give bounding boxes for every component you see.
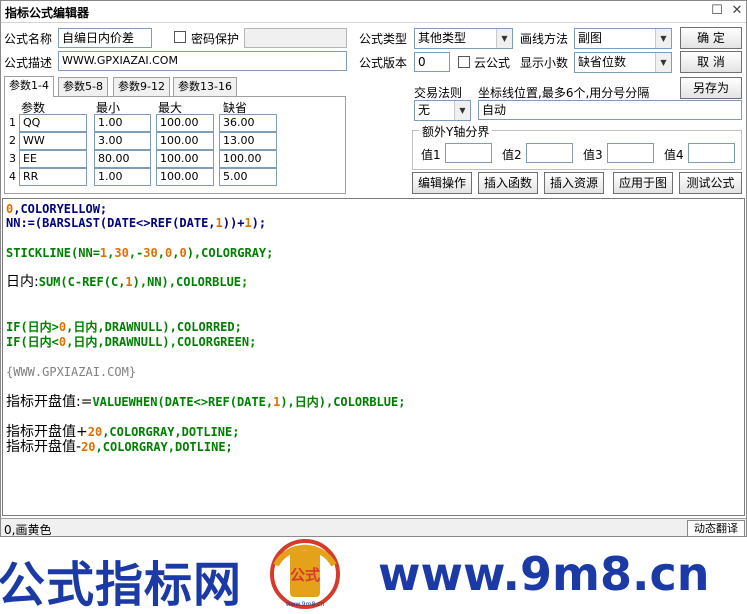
close-icon[interactable]: ✕	[730, 4, 744, 18]
extra-y-axis-group: 额外Y轴分界 值1 值2 值3 值4	[412, 123, 742, 170]
chevron-down-icon: ▼	[496, 29, 512, 48]
cancel-button[interactable]: 取 消	[680, 51, 742, 73]
code-line: STICKLINE(NN=1,30,-30,0,0),COLORGRAY;	[6, 246, 274, 260]
tab-params-5-8[interactable]: 参数5-8	[58, 77, 108, 97]
y-value-1-input[interactable]	[445, 143, 492, 163]
y-value-2-label: 值2	[502, 148, 522, 162]
code-editor[interactable]: 0,COLORYELLOW; NN:=(BARSLAST(DATE<>REF(D…	[2, 198, 745, 516]
coord-line-label: 坐标线位置,最多6个,用分号分隔	[478, 86, 650, 100]
y-value-1-label: 值1	[421, 148, 441, 162]
formula-version-input[interactable]: 0	[414, 52, 450, 72]
ok-button[interactable]: 确 定	[680, 27, 742, 49]
status-text: 0,画黄色	[4, 523, 52, 537]
cloud-formula-checkbox[interactable]	[458, 56, 470, 68]
param-max-input[interactable]: 100.00	[156, 150, 214, 168]
param-row-number: 1	[9, 116, 16, 129]
param-max-input[interactable]: 100.00	[156, 132, 214, 150]
param-min-input[interactable]: 1.00	[94, 114, 151, 132]
banner-site-name: 公式指标网	[0, 557, 243, 613]
formula-desc-label: 公式描述	[4, 56, 53, 70]
code-line: 指标开盘值-20,COLORGRAY,DOTLINE;	[6, 439, 233, 455]
svg-text:www.9m8.cn: www.9m8.cn	[286, 601, 325, 608]
dynamic-translate-button[interactable]: 动态翻译	[687, 520, 745, 536]
param-name-input[interactable]: EE	[19, 150, 87, 168]
formula-name-input[interactable]: 自编日内价差	[58, 28, 152, 48]
tab-params-13-16[interactable]: 参数13-16	[173, 77, 237, 97]
formula-name-label: 公式名称	[4, 32, 53, 46]
banner-url: www.9m8.cn	[378, 547, 710, 601]
code-line: IF(日内>0,日内,DRAWNULL),COLORRED;	[6, 320, 242, 334]
formula-type-value: 其他类型	[418, 31, 467, 45]
param-default-input[interactable]: 13.00	[219, 132, 277, 150]
chevron-down-icon: ▼	[655, 53, 671, 72]
edit-ops-button[interactable]: 编辑操作	[412, 172, 472, 194]
cloud-formula-label: 云公式	[474, 56, 511, 70]
formula-desc-input[interactable]: WWW.GPXIAZAI.COM	[58, 51, 347, 71]
param-row-number: 3	[9, 152, 16, 165]
y-value-4-input[interactable]	[688, 143, 735, 163]
decimals-select[interactable]: 缺省位数 ▼	[574, 52, 672, 73]
password-input[interactable]	[244, 28, 347, 48]
status-bar: 0,画黄色 动态翻译	[1, 518, 746, 537]
param-min-input[interactable]: 80.00	[94, 150, 151, 168]
formula-type-select[interactable]: 其他类型 ▼	[414, 28, 513, 49]
code-line: IF(日内<0,日内,DRAWNULL),COLORGREEN;	[6, 335, 257, 349]
y-value-4-label: 值4	[664, 148, 684, 162]
param-max-input[interactable]: 100.00	[156, 168, 214, 186]
decimals-value: 缺省位数	[578, 55, 627, 69]
y-value-2-input[interactable]	[526, 143, 573, 163]
draw-method-value: 副图	[578, 31, 603, 45]
param-row-number: 2	[9, 134, 16, 147]
param-name-input[interactable]: RR	[19, 168, 87, 186]
param-row-number: 4	[9, 170, 16, 183]
param-max-input[interactable]: 100.00	[156, 114, 214, 132]
code-line: 0,COLORYELLOW;	[6, 202, 108, 216]
svg-text:公式: 公式	[290, 566, 320, 584]
formula-type-label: 公式类型	[359, 32, 408, 46]
insert-resource-button[interactable]: 插入资源	[544, 172, 604, 194]
watermark-banner: 公式指标网 公式 www.9m8.cn www.9m8.cn	[0, 537, 747, 614]
tab-params-9-12[interactable]: 参数9-12	[113, 77, 170, 97]
formula-version-label: 公式版本	[359, 56, 408, 70]
test-formula-button[interactable]: 测试公式	[679, 172, 742, 194]
site-logo: 公式 www.9m8.cn	[270, 539, 340, 609]
param-min-input[interactable]: 3.00	[94, 132, 151, 150]
param-name-input[interactable]: QQ	[19, 114, 87, 132]
maximize-icon[interactable]: ☐	[710, 4, 724, 18]
code-line: NN:=(BARSLAST(DATE<>REF(DATE,1))+1);	[6, 216, 267, 230]
code-line: 日内:SUM(C-REF(C,1),NN),COLORBLUE;	[6, 274, 249, 290]
y-value-3-input[interactable]	[607, 143, 654, 163]
chevron-down-icon: ▼	[655, 29, 671, 48]
password-checkbox[interactable]	[174, 31, 186, 43]
trade-rule-select[interactable]: 无 ▼	[414, 100, 471, 121]
insert-function-button[interactable]: 插入函数	[478, 172, 538, 194]
formula-editor-window: 指标公式编辑器 ☐ ✕ 公式名称 自编日内价差 密码保护 公式类型 其他类型 ▼…	[0, 0, 747, 537]
code-line: 指标开盘值:=VALUEWHEN(DATE<>REF(DATE,1),日内),C…	[6, 394, 406, 410]
code-line: 指标开盘值+20,COLORGRAY,DOTLINE;	[6, 424, 240, 440]
param-default-input[interactable]: 5.00	[219, 168, 277, 186]
tab-params-1-4[interactable]: 参数1-4	[4, 76, 54, 97]
trade-rule-value: 无	[418, 103, 431, 117]
save-as-button[interactable]: 另存为	[680, 77, 742, 99]
code-comment-line: {WWW.GPXIAZAI.COM}	[6, 365, 137, 379]
param-name-input[interactable]: WW	[19, 132, 87, 150]
trade-rule-label: 交易法则	[414, 86, 463, 100]
draw-method-select[interactable]: 副图 ▼	[574, 28, 672, 49]
params-panel: 参数 最小 最大 缺省 1 QQ 1.00 100.00 36.00 2 WW …	[4, 96, 346, 194]
y-value-3-label: 值3	[583, 148, 603, 162]
extra-y-axis-title: 额外Y轴分界	[419, 123, 493, 140]
draw-method-label: 画线方法	[520, 32, 569, 46]
title-bar: 指标公式编辑器 ☐ ✕	[1, 1, 746, 23]
param-min-input[interactable]: 1.00	[94, 168, 151, 186]
coord-line-input[interactable]: 自动	[478, 100, 742, 120]
decimals-label: 显示小数	[520, 56, 569, 70]
password-label: 密码保护	[191, 32, 240, 46]
window-title: 指标公式编辑器	[5, 6, 90, 20]
param-default-input[interactable]: 36.00	[219, 114, 277, 132]
chevron-down-icon: ▼	[454, 101, 470, 120]
apply-to-chart-button[interactable]: 应用于图	[613, 172, 673, 194]
param-default-input[interactable]: 100.00	[219, 150, 277, 168]
